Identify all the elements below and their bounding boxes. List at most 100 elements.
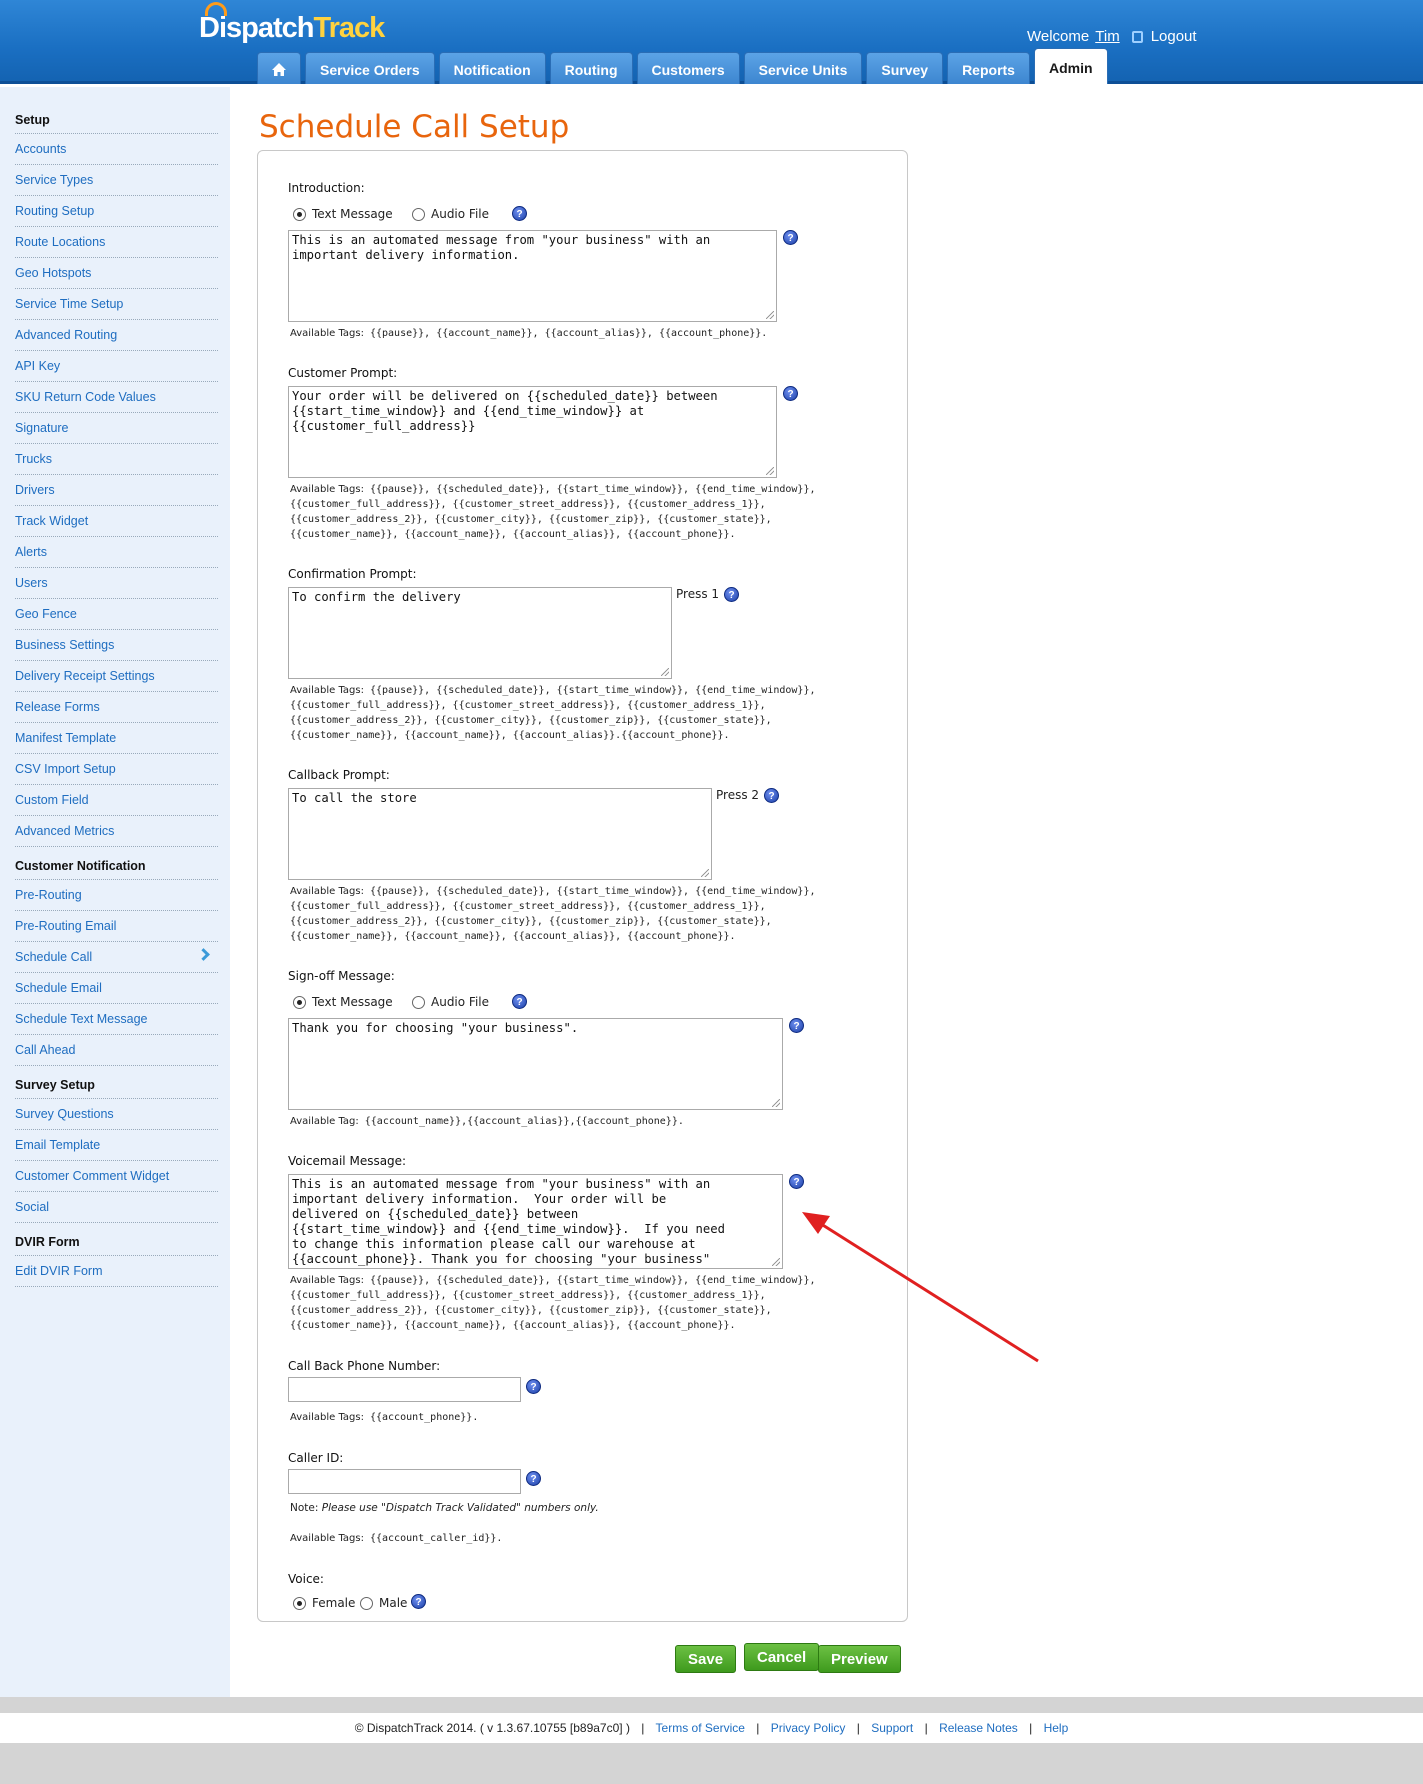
help-icon[interactable]: ? — [783, 386, 798, 401]
sidebar-item-email-template[interactable]: Email Template — [15, 1130, 218, 1161]
tab-customers[interactable]: Customers — [636, 52, 740, 84]
tab-reports[interactable]: Reports — [947, 52, 1030, 84]
sidebar-item-advanced-metrics[interactable]: Advanced Metrics — [15, 816, 218, 847]
sidebar-item-label: Business Settings — [15, 638, 115, 652]
signoff-textarea[interactable]: Thank you for choosing "your business". — [288, 1018, 783, 1110]
sidebar-item-schedule-text-message[interactable]: Schedule Text Message — [15, 1004, 218, 1035]
tab-routing[interactable]: Routing — [549, 52, 633, 84]
sidebar-item-custom-field[interactable]: Custom Field — [15, 785, 218, 816]
help-link[interactable]: Help — [1044, 1721, 1069, 1735]
caller-id-note: Note: Please use "Dispatch Track Validat… — [290, 1502, 599, 1514]
sidebar-item-signature[interactable]: Signature — [15, 413, 218, 444]
logo[interactable]: DispatchTrack — [199, 12, 385, 45]
help-icon[interactable]: ? — [526, 1471, 541, 1486]
sidebar-item-alerts[interactable]: Alerts — [15, 537, 218, 568]
signoff-tags: Available Tag: {{account_name}},{{accoun… — [290, 1114, 684, 1129]
privacy-link[interactable]: Privacy Policy — [771, 1721, 846, 1735]
sidebar-item-release-forms[interactable]: Release Forms — [15, 692, 218, 723]
customer-prompt-textarea[interactable]: Your order will be delivered on {{schedu… — [288, 386, 777, 478]
sidebar-item-label: Track Widget — [15, 514, 89, 528]
voice-female-radio[interactable]: Female — [293, 1596, 355, 1610]
sidebar-item-drivers[interactable]: Drivers — [15, 475, 218, 506]
help-icon[interactable]: ? — [789, 1018, 804, 1033]
sidebar-item-manifest-template[interactable]: Manifest Template — [15, 723, 218, 754]
sidebar-item-schedule-call[interactable]: Schedule Call — [15, 942, 218, 973]
help-icon[interactable]: ? — [764, 788, 779, 803]
sidebar-item-label: Pre-Routing Email — [15, 919, 117, 933]
sidebar-item-geo-fence[interactable]: Geo Fence — [15, 599, 218, 630]
tab-admin[interactable]: Admin — [1033, 48, 1108, 84]
sidebar-item-schedule-email[interactable]: Schedule Email — [15, 973, 218, 1004]
sidebar-item-delivery-receipt-settings[interactable]: Delivery Receipt Settings — [15, 661, 218, 692]
sidebar-item-track-widget[interactable]: Track Widget — [15, 506, 218, 537]
radio-label: Text Message — [312, 995, 393, 1009]
preview-button[interactable]: Preview — [818, 1645, 901, 1673]
signoff-text-radio[interactable]: Text Message — [293, 995, 393, 1009]
save-button[interactable]: Save — [675, 1645, 737, 1673]
sidebar-item-users[interactable]: Users — [15, 568, 218, 599]
help-icon[interactable]: ? — [783, 230, 798, 245]
sidebar-item-api-key[interactable]: API Key — [15, 351, 218, 382]
app-header: DispatchTrack Welcome Tim Logout Service… — [0, 0, 1423, 84]
footer-separator: | — [641, 1721, 645, 1735]
intro-textarea[interactable]: This is an automated message from "your … — [288, 230, 777, 322]
support-link[interactable]: Support — [871, 1721, 913, 1735]
terms-link[interactable]: Terms of Service — [656, 1721, 745, 1735]
help-icon[interactable]: ? — [512, 206, 527, 221]
voicemail-textarea[interactable]: This is an automated message from "your … — [288, 1174, 783, 1269]
sidebar-item-customer-comment-widget[interactable]: Customer Comment Widget — [15, 1161, 218, 1192]
sidebar-item-accounts[interactable]: Accounts — [15, 134, 218, 165]
release-notes-link[interactable]: Release Notes — [939, 1721, 1018, 1735]
sidebar-item-edit-dvir-form[interactable]: Edit DVIR Form — [15, 1256, 218, 1287]
sidebar-item-geo-hotspots[interactable]: Geo Hotspots — [15, 258, 218, 289]
radio-label: Text Message — [312, 207, 393, 221]
help-icon[interactable]: ? — [411, 1594, 426, 1609]
tags-prefix: Available Tags: — [290, 1275, 364, 1286]
sidebar-section-survey: Survey Setup — [15, 1074, 218, 1099]
callback-phone-input[interactable] — [288, 1377, 521, 1402]
tab-survey[interactable]: Survey — [866, 52, 944, 84]
callback-prompt-textarea[interactable]: To call the store — [288, 788, 712, 880]
tags-list: {{account_caller_id}}. — [363, 1533, 503, 1544]
sidebar-item-pre-routing[interactable]: Pre-Routing — [15, 880, 218, 911]
sidebar-item-routing-setup[interactable]: Routing Setup — [15, 196, 218, 227]
help-icon[interactable]: ? — [526, 1379, 541, 1394]
sidebar-item-label: Call Ahead — [15, 1043, 76, 1057]
sidebar-item-route-locations[interactable]: Route Locations — [15, 227, 218, 258]
tab-service-units[interactable]: Service Units — [743, 52, 863, 84]
sidebar-item-label: Edit DVIR Form — [15, 1264, 103, 1278]
sidebar-item-service-time-setup[interactable]: Service Time Setup — [15, 289, 218, 320]
sidebar-item-business-settings[interactable]: Business Settings — [15, 630, 218, 661]
tags-list: {{account_phone}}. — [363, 1412, 479, 1423]
sidebar-item-label: Email Template — [15, 1138, 101, 1152]
tab-home[interactable] — [257, 52, 301, 84]
confirmation-prompt-textarea[interactable]: To confirm the delivery — [288, 587, 672, 679]
tab-notification[interactable]: Notification — [438, 52, 546, 84]
voice-male-radio[interactable]: Male — [360, 1596, 407, 1610]
intro-text-radio[interactable]: Text Message — [293, 207, 393, 221]
sidebar-item-service-types[interactable]: Service Types — [15, 165, 218, 196]
sidebar-item-survey-questions[interactable]: Survey Questions — [15, 1099, 218, 1130]
help-icon[interactable]: ? — [789, 1174, 804, 1189]
tab-service-orders[interactable]: Service Orders — [305, 52, 435, 84]
caller-id-input[interactable] — [288, 1469, 521, 1494]
help-icon[interactable]: ? — [512, 994, 527, 1009]
sidebar-item-label: Alerts — [15, 545, 47, 559]
tags-line: {{pause}}, {{scheduled_date}}, {{start_t… — [363, 886, 816, 897]
sidebar-item-label: Geo Fence — [15, 607, 77, 621]
sidebar-item-trucks[interactable]: Trucks — [15, 444, 218, 475]
logout-link[interactable]: Logout — [1151, 28, 1197, 45]
sidebar-item-sku-return-code-values[interactable]: SKU Return Code Values — [15, 382, 218, 413]
footer-divider — [0, 1697, 1423, 1713]
sidebar-item-csv-import-setup[interactable]: CSV Import Setup — [15, 754, 218, 785]
user-link[interactable]: Tim — [1095, 28, 1119, 45]
sidebar-item-pre-routing-email[interactable]: Pre-Routing Email — [15, 911, 218, 942]
signoff-audio-radio[interactable]: Audio File — [412, 995, 489, 1009]
sidebar-item-advanced-routing[interactable]: Advanced Routing — [15, 320, 218, 351]
sidebar-item-social[interactable]: Social — [15, 1192, 218, 1223]
help-icon[interactable]: ? — [724, 587, 739, 602]
sidebar-item-call-ahead[interactable]: Call Ahead — [15, 1035, 218, 1066]
cancel-button[interactable]: Cancel — [744, 1643, 820, 1671]
copyright: © DispatchTrack 2014. ( v 1.3.67.10755 [… — [354, 1721, 630, 1735]
intro-audio-radio[interactable]: Audio File — [412, 207, 489, 221]
